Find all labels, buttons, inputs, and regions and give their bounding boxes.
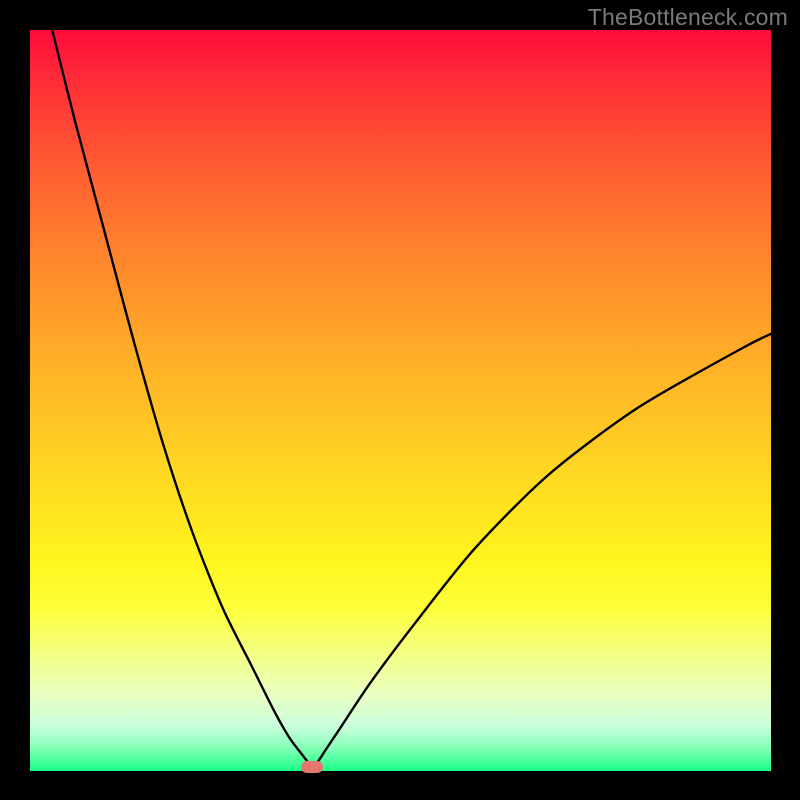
watermark-text: TheBottleneck.com <box>588 4 788 31</box>
bottleneck-curve <box>52 30 771 767</box>
plot-area <box>30 30 771 771</box>
min-marker <box>301 761 323 773</box>
curve-svg <box>30 30 771 771</box>
